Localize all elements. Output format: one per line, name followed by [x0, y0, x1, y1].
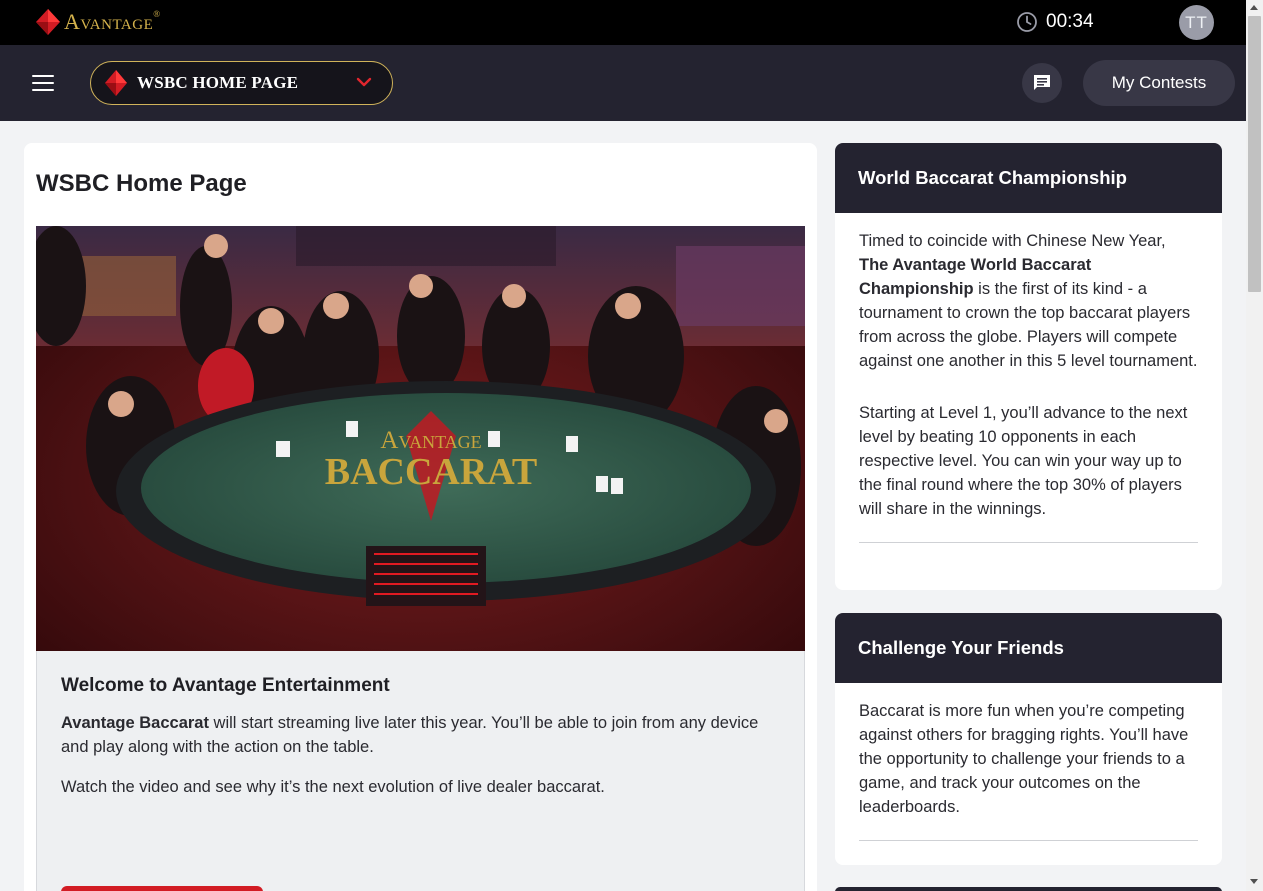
hero-video-image[interactable]: Avantage BACCARAT: [36, 226, 805, 651]
divider: [859, 542, 1198, 543]
hero-scene: Avantage BACCARAT: [36, 226, 805, 651]
challenge-title: Challenge Your Friends: [835, 613, 1222, 683]
challenge-paragraph-1: Baccarat is more fun when you’re competi…: [859, 702, 1189, 816]
top-bar: Avantage® 00:34 TT: [0, 0, 1246, 45]
welcome-paragraph-1: Avantage Baccarat will start streaming l…: [61, 714, 759, 756]
welcome-section: Welcome to Avantage Entertainment Avanta…: [36, 651, 805, 891]
diamond-icon: [105, 70, 127, 96]
timer-value: 00:34: [1046, 11, 1094, 32]
watch-video-button[interactable]: [61, 886, 263, 891]
menu-icon[interactable]: [32, 75, 54, 91]
chevron-down-icon: [356, 77, 372, 87]
main-content-card: WSBC Home Page Avantage BACCARAT Welcome…: [24, 143, 817, 891]
logo-diamond-icon: [36, 9, 60, 35]
challenge-body: Baccarat is more fun when you’re competi…: [835, 683, 1222, 819]
scroll-thumb[interactable]: [1248, 16, 1261, 292]
chat-icon: [1034, 75, 1050, 90]
welcome-paragraph-2: Watch the video and see why it’s the nex…: [61, 778, 605, 796]
challenge-card: Challenge Your Friends Baccarat is more …: [835, 613, 1222, 865]
page-title: WSBC Home Page: [36, 170, 247, 197]
table-logo-line2: BACCARAT: [325, 451, 538, 493]
championship-paragraph-2: Starting at Level 1, you’ll advance to t…: [859, 404, 1188, 518]
my-contests-button[interactable]: My Contests: [1083, 60, 1235, 106]
divider: [859, 840, 1198, 841]
clock-icon: [1017, 12, 1037, 32]
session-timer: 00:34: [1016, 11, 1094, 33]
page-selector-dropdown[interactable]: WSBC HOME PAGE: [90, 61, 393, 105]
championship-body: Timed to coincide with Chinese New Year,…: [835, 213, 1222, 521]
brand-logo[interactable]: Avantage®: [36, 9, 161, 35]
table-logo-line1: Avantage: [380, 427, 481, 454]
selected-page-label: WSBC HOME PAGE: [137, 73, 299, 92]
nav-bar: WSBC HOME PAGE My Contests: [0, 45, 1246, 121]
vertical-scrollbar[interactable]: [1246, 0, 1263, 891]
championship-title: World Baccarat Championship: [835, 143, 1222, 213]
championship-paragraph-1: Timed to coincide with Chinese New Year,…: [859, 232, 1198, 370]
user-avatar[interactable]: TT: [1179, 5, 1214, 40]
welcome-heading: Welcome to Avantage Entertainment: [61, 675, 390, 696]
scroll-down-arrow-icon[interactable]: [1250, 879, 1258, 884]
scroll-up-arrow-icon[interactable]: [1250, 5, 1258, 10]
chat-button[interactable]: [1022, 63, 1062, 103]
championship-card: World Baccarat Championship Timed to coi…: [835, 143, 1222, 590]
next-sidebar-card: [835, 887, 1222, 891]
brand-name: Avantage®: [64, 9, 161, 34]
